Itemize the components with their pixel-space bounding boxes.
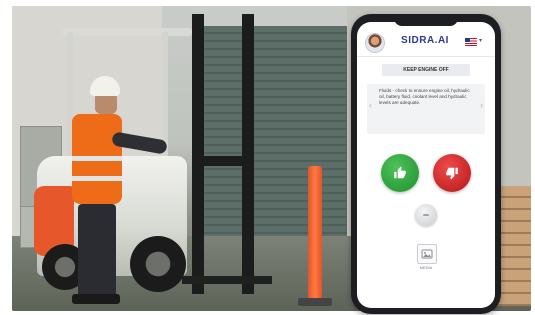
vest-reflective-stripe	[72, 156, 122, 161]
us-flag-icon[interactable]	[465, 38, 477, 46]
safety-bollard	[308, 166, 322, 306]
phone-notch	[394, 16, 458, 26]
chevron-down-icon[interactable]: ▾	[479, 37, 482, 44]
vest-reflective-stripe	[72, 176, 122, 181]
image-icon	[421, 249, 433, 259]
step-title: KEEP ENGINE OFF	[382, 64, 470, 76]
app-logo: SIDRA.AI	[401, 35, 449, 46]
phone-screen: SIDRA.AI ▾ KEEP ENGINE OFF ‹ Fluids - ch…	[357, 22, 495, 308]
thumbs-down-icon	[446, 167, 458, 180]
bollard-base	[298, 298, 332, 306]
worker-legs	[78, 204, 116, 299]
chevron-right-icon[interactable]: ›	[480, 100, 483, 110]
forklift-mast	[242, 14, 254, 294]
forklift-fork	[182, 276, 272, 284]
media-button[interactable]	[417, 244, 437, 264]
user-avatar[interactable]	[365, 33, 385, 53]
thumbs-up-icon	[394, 166, 406, 179]
thumbs-up-button[interactable]	[381, 154, 419, 192]
forklift-mast	[192, 14, 204, 294]
media-label: MEDIA	[419, 265, 433, 270]
forklift-overhead-guard	[62, 28, 192, 36]
instruction-text: Fluids - check to ensure engine oil, hyd…	[379, 88, 470, 105]
instruction-card: ‹ Fluids - check to ensure engine oil, h…	[367, 84, 485, 134]
chevron-left-icon[interactable]: ‹	[369, 100, 372, 110]
worker-boots	[72, 294, 120, 304]
roller-door	[197, 26, 347, 236]
forklift-wheel	[130, 236, 186, 292]
neutral-button[interactable]	[415, 204, 437, 226]
forklift-carriage	[192, 156, 254, 166]
app-header: SIDRA.AI ▾	[357, 30, 495, 57]
thumbs-down-button[interactable]	[433, 154, 471, 192]
neutral-icon	[423, 214, 429, 216]
